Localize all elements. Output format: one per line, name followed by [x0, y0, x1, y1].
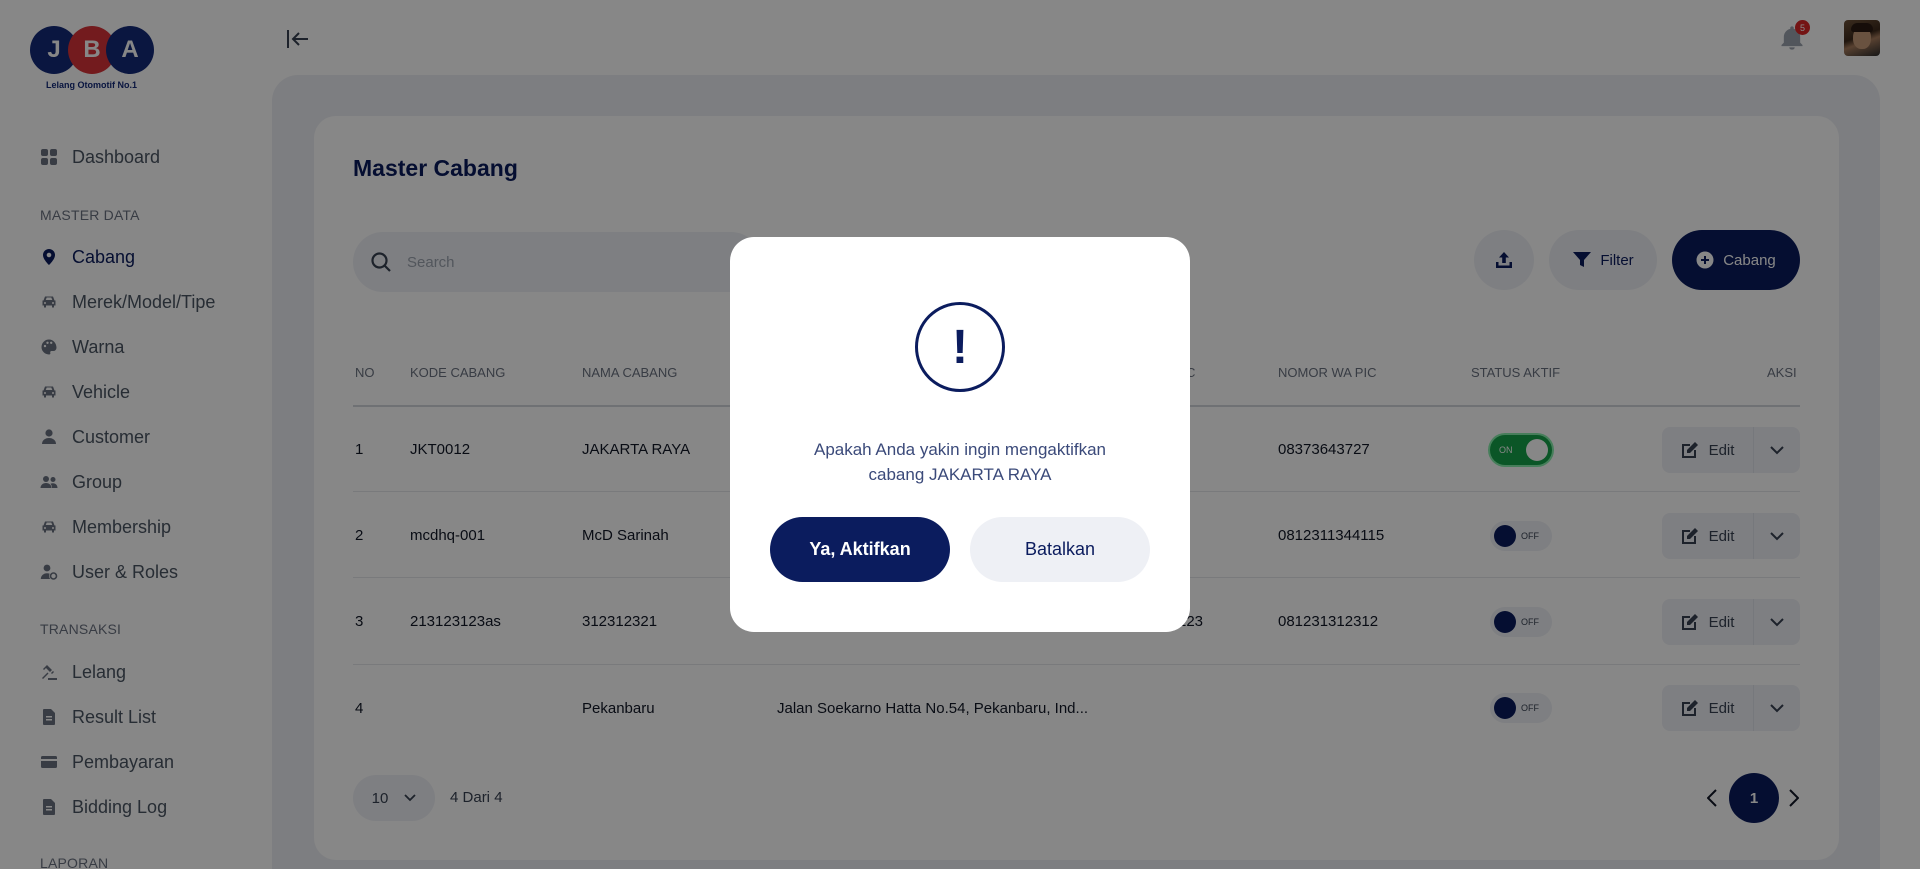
confirm-dialog: ! Apakah Anda yakin ingin mengaktifkan c…	[730, 237, 1190, 632]
dialog-message-line1: Apakah Anda yakin ingin mengaktifkan	[813, 440, 1107, 459]
cancel-button[interactable]: Batalkan	[970, 517, 1150, 582]
warning-icon: !	[915, 302, 1005, 392]
confirm-activate-button[interactable]: Ya, Aktifkan	[770, 517, 950, 582]
dialog-message: Apakah Anda yakin ingin mengaktifkan cab…	[770, 437, 1150, 487]
dialog-message-line2: cabang JAKARTA RAYA	[868, 465, 1052, 484]
